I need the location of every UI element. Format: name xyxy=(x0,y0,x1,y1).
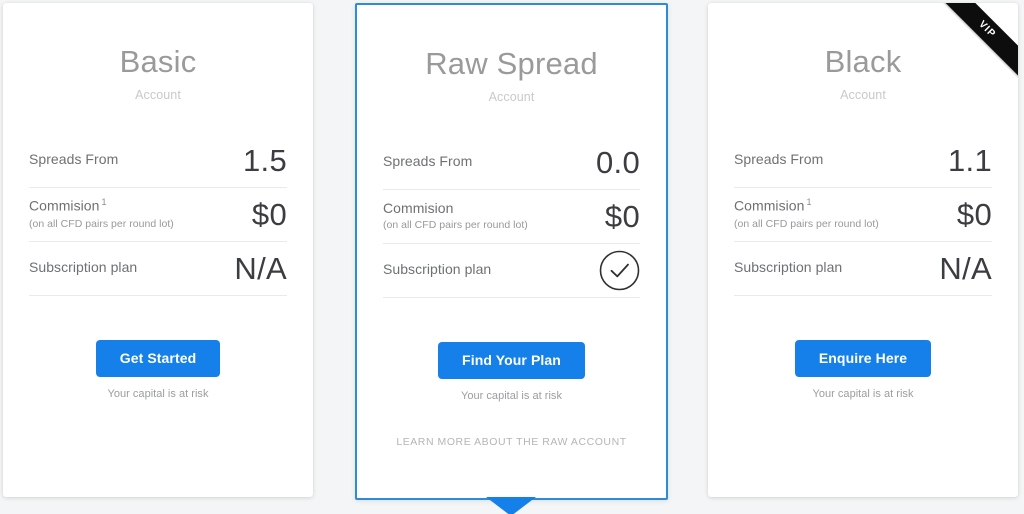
commission-label-text: Commision xyxy=(734,198,805,215)
feature-label-subscription: Subscription plan xyxy=(734,259,843,276)
feature-value-spreads: 0.0 xyxy=(596,144,640,180)
feature-row-commission: Commision 1 (on all CFD pairs per round l… xyxy=(734,188,992,242)
commission-note: (on all CFD pairs per round lot) xyxy=(383,219,528,232)
plan-header-basic: Basic Account xyxy=(3,3,313,102)
plan-header-raw-spread: Raw Spread Account xyxy=(357,5,666,104)
feature-row-spreads: Spreads From 1.5 xyxy=(29,134,287,188)
feature-row-commission: Commision (on all CFD pairs per round lo… xyxy=(383,190,640,244)
plan-title-raw-spread: Raw Spread xyxy=(425,46,598,81)
feature-label-commission: Commision 1 (on all CFD pairs per round l… xyxy=(29,197,174,230)
plan-card-raw-spread[interactable]: Raw Spread Account Spreads From 0.0 Comm… xyxy=(355,3,668,500)
feature-label-commission: Commision (on all CFD pairs per round lo… xyxy=(383,200,528,233)
cta-zone-black: Enquire Here Your capital is at risk xyxy=(708,339,1018,400)
commission-label-text: Commision xyxy=(383,199,454,216)
commission-footnote-marker: 1 xyxy=(101,197,107,208)
plan-title-black: Black xyxy=(824,44,902,79)
plan-features-black: Spreads From 1.1 Commision 1 (on all CFD … xyxy=(734,134,992,296)
feature-value-commission: $0 xyxy=(251,196,287,232)
commission-note: (on all CFD pairs per round lot) xyxy=(29,217,174,230)
feature-row-spreads: Spreads From 0.0 xyxy=(383,136,640,190)
feature-row-subscription: Subscription plan xyxy=(383,244,640,298)
selected-plan-pointer-arrow xyxy=(486,497,536,514)
plan-card-basic[interactable]: Basic Account Spreads From 1.5 Commision… xyxy=(3,3,313,497)
feature-row-subscription: Subscription plan N/A xyxy=(734,242,992,296)
feature-label-spreads: Spreads From xyxy=(734,151,824,168)
feature-label-commission: Commision 1 (on all CFD pairs per round l… xyxy=(734,197,879,230)
plan-title-basic: Basic xyxy=(119,44,197,79)
check-circle-icon xyxy=(599,250,640,291)
learn-more-link[interactable]: LEARN MORE ABOUT THE RAW ACCOUNT xyxy=(357,436,666,448)
plan-card-black[interactable]: VIP Black Account Spreads From 1.1 Commi… xyxy=(708,3,1018,497)
plan-subtitle-raw-spread: Account xyxy=(488,89,535,104)
feature-label-subscription: Subscription plan xyxy=(29,259,138,276)
feature-value-subscription: N/A xyxy=(939,250,992,286)
feature-row-spreads: Spreads From 1.1 xyxy=(734,134,992,188)
commission-note: (on all CFD pairs per round lot) xyxy=(734,217,879,230)
feature-label-spreads: Spreads From xyxy=(383,153,473,170)
commission-label-text: Commision xyxy=(29,198,100,215)
feature-value-spreads: 1.5 xyxy=(243,142,287,178)
feature-value-subscription: N/A xyxy=(234,250,287,286)
get-started-button[interactable]: Get Started xyxy=(95,339,221,377)
feature-value-spreads: 1.1 xyxy=(948,142,992,178)
plan-features-raw-spread: Spreads From 0.0 Commision (on all CFD p… xyxy=(383,136,640,298)
feature-row-subscription: Subscription plan N/A xyxy=(29,242,287,296)
risk-disclaimer-raw-spread: Your capital is at risk xyxy=(461,389,562,402)
plan-subtitle-black: Account xyxy=(840,87,886,102)
risk-disclaimer-black: Your capital is at risk xyxy=(812,387,914,400)
feature-label-subscription: Subscription plan xyxy=(383,261,492,278)
commission-footnote-marker: 1 xyxy=(806,197,812,208)
feature-row-commission: Commision 1 (on all CFD pairs per round l… xyxy=(29,188,287,242)
risk-disclaimer-basic: Your capital is at risk xyxy=(107,387,209,400)
feature-label-spreads: Spreads From xyxy=(29,151,119,168)
enquire-here-button[interactable]: Enquire Here xyxy=(794,339,932,377)
cta-zone-raw-spread: Find Your Plan Your capital is at risk xyxy=(357,341,666,402)
find-your-plan-button[interactable]: Find Your Plan xyxy=(438,341,585,379)
cta-zone-basic: Get Started Your capital is at risk xyxy=(3,339,313,400)
feature-value-commission: $0 xyxy=(604,198,640,234)
plan-subtitle-basic: Account xyxy=(135,87,181,102)
plan-features-basic: Spreads From 1.5 Commision 1 (on all CFD … xyxy=(29,134,287,296)
pricing-plans-comparison: Basic Account Spreads From 1.5 Commision… xyxy=(0,0,1024,514)
feature-value-commission: $0 xyxy=(956,196,992,232)
